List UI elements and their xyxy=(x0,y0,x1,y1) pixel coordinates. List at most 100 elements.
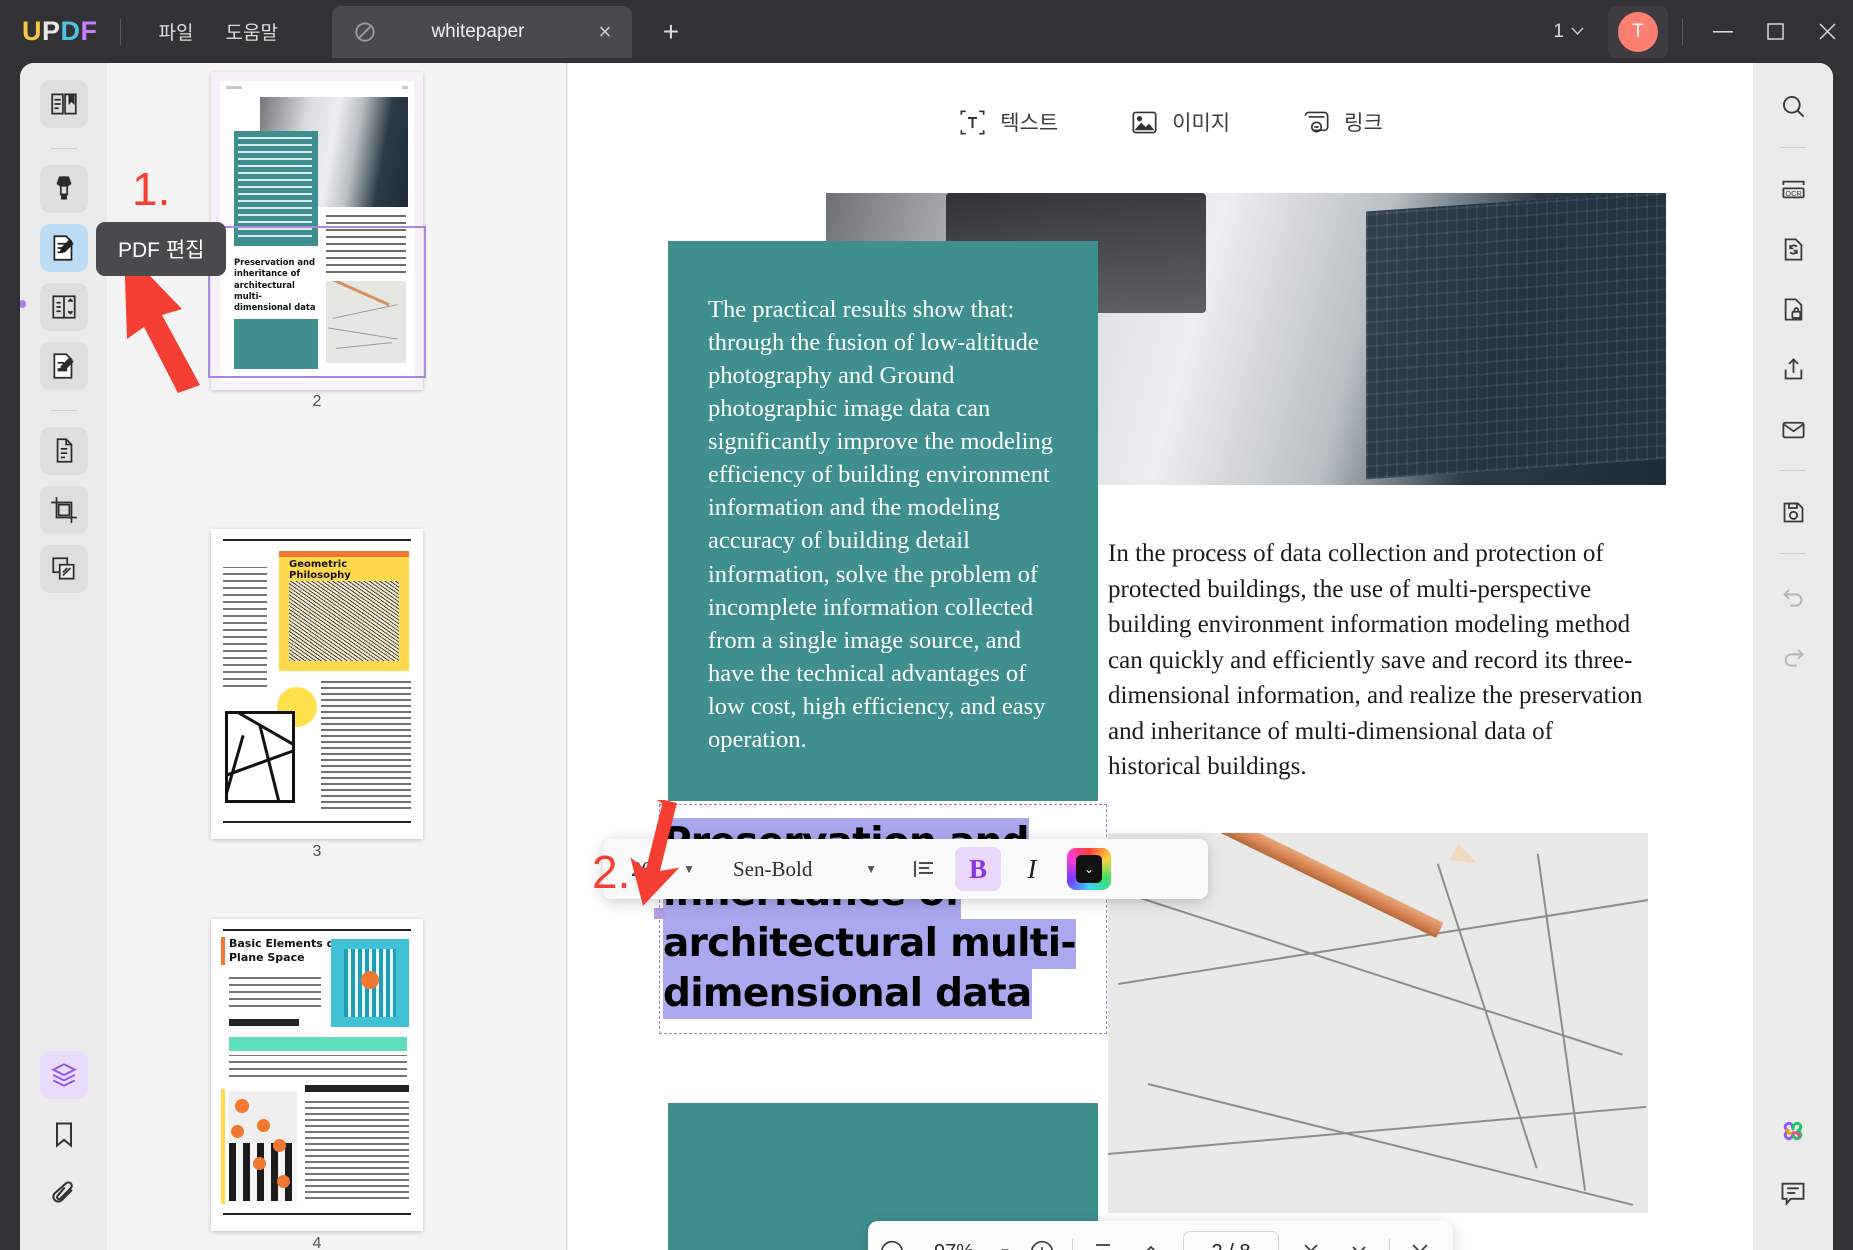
logo-letter-u: U xyxy=(22,16,42,47)
right-item-email[interactable] xyxy=(1770,406,1816,452)
sidebar-item-organize[interactable] xyxy=(40,427,88,475)
left-toolbar xyxy=(20,63,107,1250)
font-family-value: Sen-Bold xyxy=(733,857,812,882)
sidebar-item-form[interactable] xyxy=(40,283,88,331)
zoom-value[interactable]: 97% xyxy=(916,1241,992,1250)
text-format-toolbar[interactable]: 26 ▼ Sen-Bold ▼ B I ⌄ xyxy=(603,839,1208,899)
tool-link[interactable]: 링크 xyxy=(1302,107,1383,137)
minimize-icon xyxy=(1713,31,1733,33)
right-item-redo[interactable] xyxy=(1770,632,1816,678)
right-item-search[interactable] xyxy=(1770,83,1816,129)
zoombar-close-button[interactable] xyxy=(1396,1228,1444,1250)
thumbnail-page-3[interactable]: Geometric Philosophy xyxy=(211,529,423,839)
minimize-button[interactable] xyxy=(1697,6,1749,58)
next-page-button[interactable] xyxy=(1287,1228,1335,1250)
document-pencil-icon xyxy=(49,233,79,263)
document-canvas[interactable]: The practical results show that: through… xyxy=(568,181,1773,1250)
prev-page-icon xyxy=(1139,1240,1163,1250)
new-tab-icon[interactable]: + xyxy=(654,15,688,49)
titlebar-divider-2 xyxy=(1682,19,1683,45)
zoom-page-toolbar[interactable]: 97% ▼ 2 / 8 xyxy=(868,1221,1453,1250)
pdf-page: The practical results show that: through… xyxy=(608,193,1708,1250)
sidebar-item-bookmarks[interactable] xyxy=(40,1110,88,1158)
menu-help[interactable]: 도움말 xyxy=(209,12,293,51)
first-page-button[interactable] xyxy=(1079,1228,1127,1250)
align-left-icon xyxy=(912,857,936,881)
maximize-icon xyxy=(1767,23,1784,40)
title-divider xyxy=(120,19,121,45)
font-family-select[interactable]: Sen-Bold ▼ xyxy=(711,857,893,882)
maximize-button[interactable] xyxy=(1749,6,1801,58)
thumbnail-3-label: 3 xyxy=(211,843,423,861)
bold-button[interactable]: B xyxy=(955,847,1001,891)
zoom-in-button[interactable] xyxy=(1018,1228,1066,1250)
right-item-ai[interactable] xyxy=(1770,1110,1816,1156)
page-indicator[interactable]: 2 / 8 xyxy=(1183,1231,1279,1250)
first-page-icon xyxy=(1091,1240,1115,1250)
sidebar-item-attachments[interactable] xyxy=(40,1169,88,1217)
teal-text-block[interactable]: The practical results show that: through… xyxy=(668,241,1098,801)
thumbnail-2-label: 2 xyxy=(211,393,423,411)
page-copy-icon xyxy=(49,436,79,466)
right-item-undo[interactable] xyxy=(1770,572,1816,618)
menu-file[interactable]: 파일 xyxy=(143,12,210,51)
highlighter-marker-icon xyxy=(49,174,79,204)
next-page-icon xyxy=(1299,1240,1323,1250)
document-tab[interactable]: whitepaper × xyxy=(332,6,632,58)
plus-circle-icon xyxy=(1029,1239,1055,1250)
text-color-button[interactable]: ⌄ xyxy=(1067,848,1111,890)
close-button[interactable] xyxy=(1801,6,1853,58)
sidebar-item-layers[interactable] xyxy=(40,1051,88,1099)
stacked-pages-icon xyxy=(49,554,79,584)
window-page-count: 1 xyxy=(1553,21,1564,43)
prev-page-button[interactable] xyxy=(1127,1228,1175,1250)
italic-button[interactable]: I xyxy=(1009,847,1055,891)
hero-monitor xyxy=(1366,193,1666,479)
thumbnail-4-label: 4 xyxy=(211,1235,423,1250)
sidebar-item-annotate[interactable] xyxy=(40,165,88,213)
rail-divider-2 xyxy=(51,410,77,411)
right-item-convert[interactable] xyxy=(1770,226,1816,272)
svg-text:OCR: OCR xyxy=(1785,188,1801,197)
tool-text-label: 텍스트 xyxy=(1000,107,1058,137)
search-icon xyxy=(1780,93,1807,120)
active-tool-dot xyxy=(20,300,26,308)
sidebar-item-reader[interactable] xyxy=(40,80,88,128)
right-divider-3 xyxy=(1780,553,1806,554)
right-item-save[interactable] xyxy=(1770,489,1816,535)
tool-image[interactable]: 이미지 xyxy=(1130,107,1230,137)
sidebar-item-edit-pdf[interactable] xyxy=(40,224,88,272)
last-page-button[interactable] xyxy=(1335,1228,1383,1250)
thumbnail-page-2[interactable]: Preservation and inheritance of architec… xyxy=(211,72,423,390)
tool-image-label: 이미지 xyxy=(1172,107,1230,137)
right-item-ocr[interactable]: OCR xyxy=(1770,166,1816,212)
sidebar-item-crop[interactable] xyxy=(40,486,88,534)
account-button[interactable]: T xyxy=(1608,6,1668,58)
annotation-step-1: 1. xyxy=(132,162,170,216)
right-paragraph[interactable]: In the process of data collection and pr… xyxy=(1108,536,1648,785)
form-fields-icon xyxy=(49,292,79,322)
heading-resize-handle[interactable] xyxy=(654,908,665,919)
thumbnail-page-4[interactable]: Basic Elements of Plane Space xyxy=(211,919,423,1231)
right-item-comments[interactable] xyxy=(1770,1170,1816,1216)
font-size-chevron-down-icon: ▼ xyxy=(683,862,695,877)
close-icon xyxy=(1818,22,1837,41)
right-toolbar: OCR xyxy=(1753,63,1833,1250)
envelope-icon xyxy=(1780,416,1807,443)
right-item-share[interactable] xyxy=(1770,346,1816,392)
window-page-selector[interactable]: 1 xyxy=(1543,15,1594,49)
book-bookmark-icon xyxy=(49,89,79,119)
pencil-tip xyxy=(1450,844,1481,872)
zoom-chevron-down-icon[interactable]: ▼ xyxy=(992,1245,1018,1250)
right-item-protect[interactable] xyxy=(1770,286,1816,332)
sidebar-item-sign[interactable] xyxy=(40,342,88,390)
sidebar-item-batch[interactable] xyxy=(40,545,88,593)
tool-text[interactable]: 텍스트 xyxy=(958,107,1058,137)
align-button[interactable] xyxy=(901,847,947,891)
tab-close-icon[interactable]: × xyxy=(590,17,620,47)
signature-pen-icon xyxy=(49,351,79,381)
rail-divider-1 xyxy=(51,148,77,149)
updf-logo: U P D F xyxy=(22,16,98,47)
bookmark-icon xyxy=(50,1120,78,1148)
zoom-out-button[interactable] xyxy=(868,1228,916,1250)
